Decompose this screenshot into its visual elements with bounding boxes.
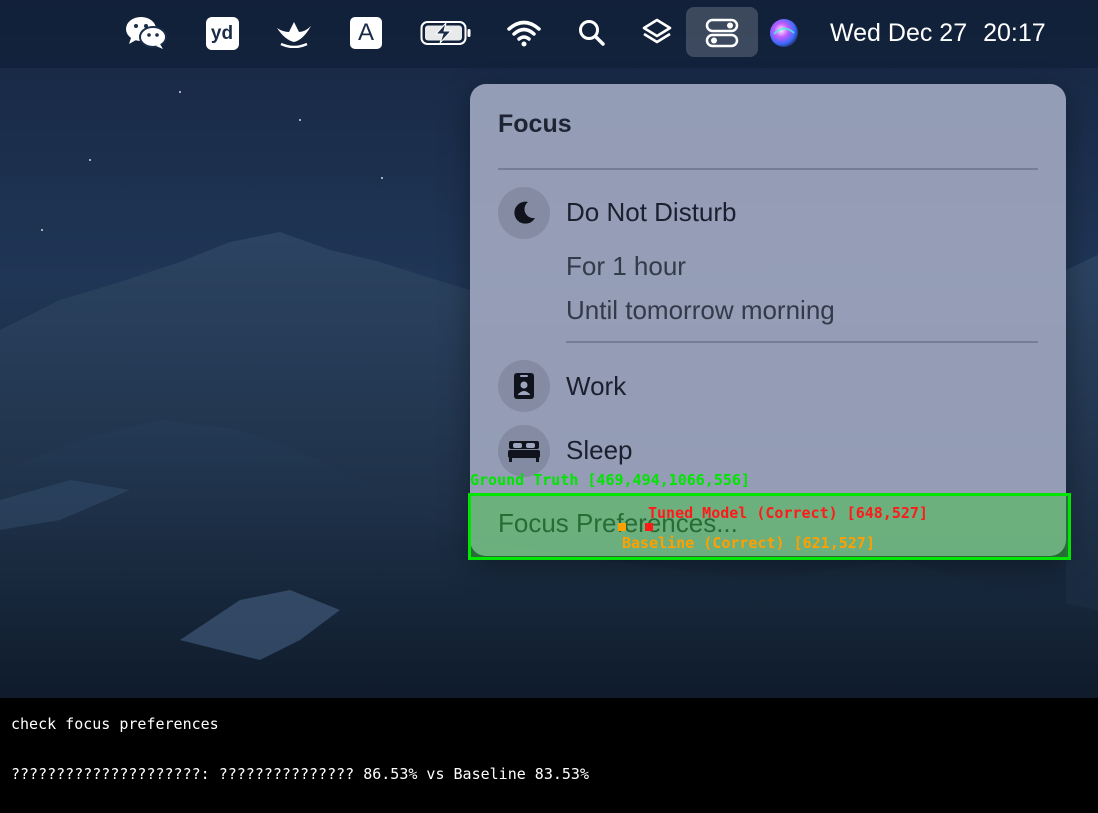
moon-icon[interactable] [498, 187, 550, 239]
wifi-icon[interactable] [506, 14, 542, 52]
youdao-dict-icon[interactable]: yd [205, 14, 239, 52]
spotlight-search-icon[interactable] [577, 14, 607, 52]
bird-app-icon[interactable] [274, 14, 314, 52]
layers-app-icon[interactable] [640, 14, 674, 52]
dnd-option-until-morning[interactable]: Until tomorrow morning [566, 295, 835, 326]
focus-item-sleep[interactable]: Sleep [566, 435, 633, 466]
clock-time: 20:17 [983, 19, 1046, 47]
wechat-icon[interactable] [124, 14, 168, 52]
tuned-model-label: Tuned Model (Correct) [648,527] [648, 504, 928, 522]
instruction-text: check focus preferences [11, 715, 219, 733]
clock-date: Wed Dec 27 [830, 19, 968, 47]
desktop-wallpaper: yd A Wed Dec 27 20:17 Focus Do Not Distu… [0, 0, 1098, 698]
dnd-option-1-hour[interactable]: For 1 hour [566, 251, 686, 282]
bed-icon[interactable] [498, 425, 550, 477]
focus-item-do-not-disturb[interactable]: Do Not Disturb [566, 197, 737, 228]
siri-icon[interactable] [768, 14, 800, 52]
dnd-divider [566, 341, 1038, 343]
menu-bar: yd A Wed Dec 27 20:17 [0, 0, 1098, 68]
focus-panel-title: Focus [498, 110, 572, 138]
youdao-label: yd [205, 16, 239, 50]
title-divider [498, 168, 1038, 170]
score-text: ?????????????????????: ??????????????? 8… [11, 765, 589, 783]
input-source-icon[interactable]: A [349, 14, 383, 52]
input-source-letter: A [350, 17, 382, 49]
menu-bar-clock[interactable]: Wed Dec 27 20:17 [830, 14, 1046, 52]
baseline-label: Baseline (Correct) [621,527] [622, 534, 875, 552]
control-center-icon[interactable] [703, 14, 741, 52]
baseline-click-marker [618, 523, 626, 531]
id-badge-icon[interactable] [498, 360, 550, 412]
caption-area: check focus preferences ????????????????… [0, 698, 1098, 813]
tuned-click-marker [645, 523, 653, 531]
focus-item-work[interactable]: Work [566, 371, 626, 402]
ground-truth-label: Ground Truth [469,494,1066,556] [470, 471, 750, 489]
battery-charging-icon[interactable] [419, 14, 473, 52]
